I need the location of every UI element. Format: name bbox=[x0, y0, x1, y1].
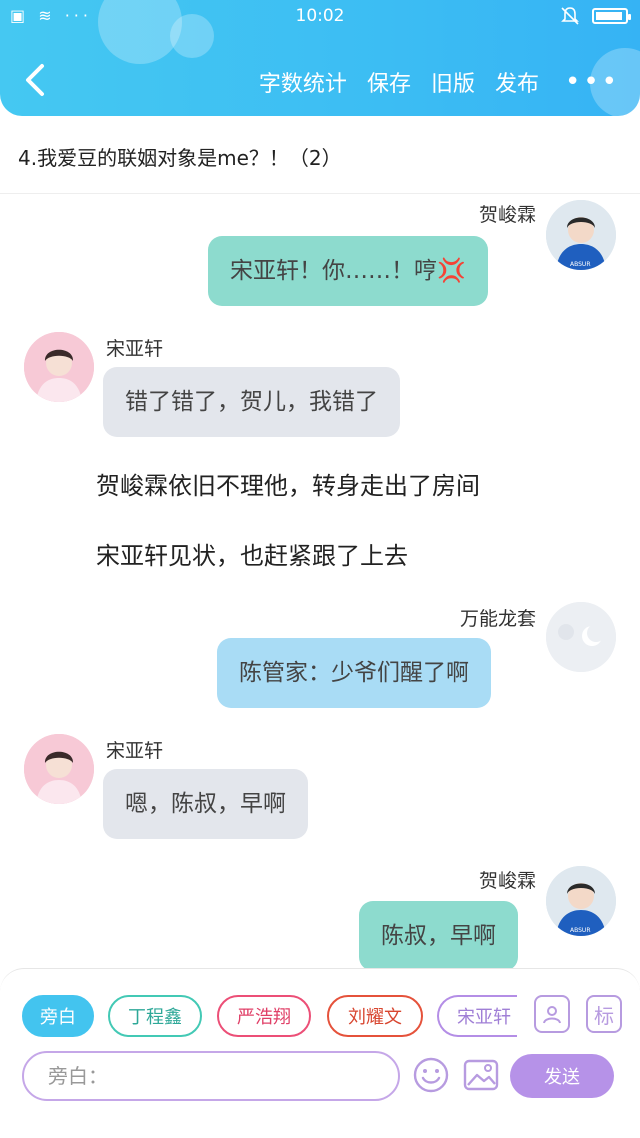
role-chip[interactable]: 宋亚轩 bbox=[437, 995, 517, 1037]
chapter-title: 4.我爱豆的联姻对象是me？！（2） bbox=[18, 146, 342, 170]
header-nav: 字数统计 保存 旧版 发布 ••• bbox=[259, 66, 620, 98]
role-chip[interactable]: 严浩翔 bbox=[217, 995, 311, 1037]
mute-bell-icon bbox=[561, 7, 579, 25]
word-count-button[interactable]: 字数统计 bbox=[259, 66, 347, 98]
message-sender-name: 宋亚轩 bbox=[106, 338, 164, 360]
message-sender-name: 贺峻霖 bbox=[478, 870, 536, 892]
message-input[interactable]: 旁白： bbox=[22, 1051, 400, 1101]
emoji-icon[interactable] bbox=[412, 1056, 450, 1094]
role-chip[interactable]: 丁程鑫 bbox=[108, 995, 202, 1037]
message-bubble: 嗯，陈叔，早啊 bbox=[103, 769, 308, 839]
narration-text: 贺峻霖依旧不理他，转身走出了房间 bbox=[96, 472, 480, 500]
message-sender-name: 宋亚轩 bbox=[106, 740, 164, 762]
message-bubble: 陈叔，早啊 bbox=[359, 901, 518, 971]
more-icon[interactable]: ••• bbox=[565, 69, 620, 95]
svg-text:ABSUR: ABSUR bbox=[570, 927, 590, 934]
publish-button[interactable]: 发布 bbox=[495, 66, 539, 98]
person-icon bbox=[543, 1006, 561, 1024]
message-bubble: 宋亚轩！你……！哼💢 bbox=[208, 236, 488, 306]
avatar[interactable] bbox=[24, 332, 94, 402]
role-chip[interactable]: 刘耀文 bbox=[327, 995, 423, 1037]
back-arrow-icon[interactable] bbox=[22, 60, 52, 100]
top-bar: ▣ ≋ ··· 10:02 字数统计 保存 旧版 发布 ••• bbox=[0, 0, 640, 116]
status-time: 10:02 bbox=[295, 6, 345, 26]
avatar-image bbox=[24, 734, 94, 804]
avatar[interactable] bbox=[24, 734, 94, 804]
avatar-image: ABSUR bbox=[546, 866, 616, 936]
avatar-image bbox=[24, 332, 94, 402]
moon-avatar-icon bbox=[546, 602, 616, 672]
narration-text: 宋亚轩见状，也赶紧跟了上去 bbox=[96, 542, 408, 570]
message-bubble: 陈管家：少爷们醒了啊 bbox=[217, 638, 491, 708]
avatar[interactable]: ABSUR bbox=[546, 866, 616, 936]
image-icon[interactable] bbox=[462, 1056, 500, 1094]
send-button[interactable]: 发送 bbox=[510, 1054, 614, 1098]
role-chip-narrator[interactable]: 旁白 bbox=[22, 995, 94, 1037]
old-version-button[interactable]: 旧版 bbox=[431, 66, 475, 98]
svg-text:ABSUR: ABSUR bbox=[570, 261, 590, 268]
save-button[interactable]: 保存 bbox=[367, 66, 411, 98]
character-icon[interactable] bbox=[534, 995, 570, 1033]
battery-icon bbox=[592, 8, 631, 24]
avatar[interactable] bbox=[546, 602, 616, 672]
avatar-image: ABSUR bbox=[546, 200, 616, 270]
message-sender-name: 万能龙套 bbox=[459, 608, 536, 630]
message-sender-name: 贺峻霖 bbox=[478, 204, 536, 226]
message-bubble: 错了错了，贺儿，我错了 bbox=[103, 367, 400, 437]
tag-button[interactable]: 标 bbox=[586, 995, 622, 1033]
chapter-title-row[interactable]: 4.我爱豆的联姻对象是me？！（2） bbox=[0, 116, 640, 194]
status-bar: ▣ ≋ ··· 10:02 bbox=[0, 4, 640, 30]
status-right-icons bbox=[560, 6, 631, 26]
avatar[interactable]: ABSUR bbox=[546, 200, 616, 270]
